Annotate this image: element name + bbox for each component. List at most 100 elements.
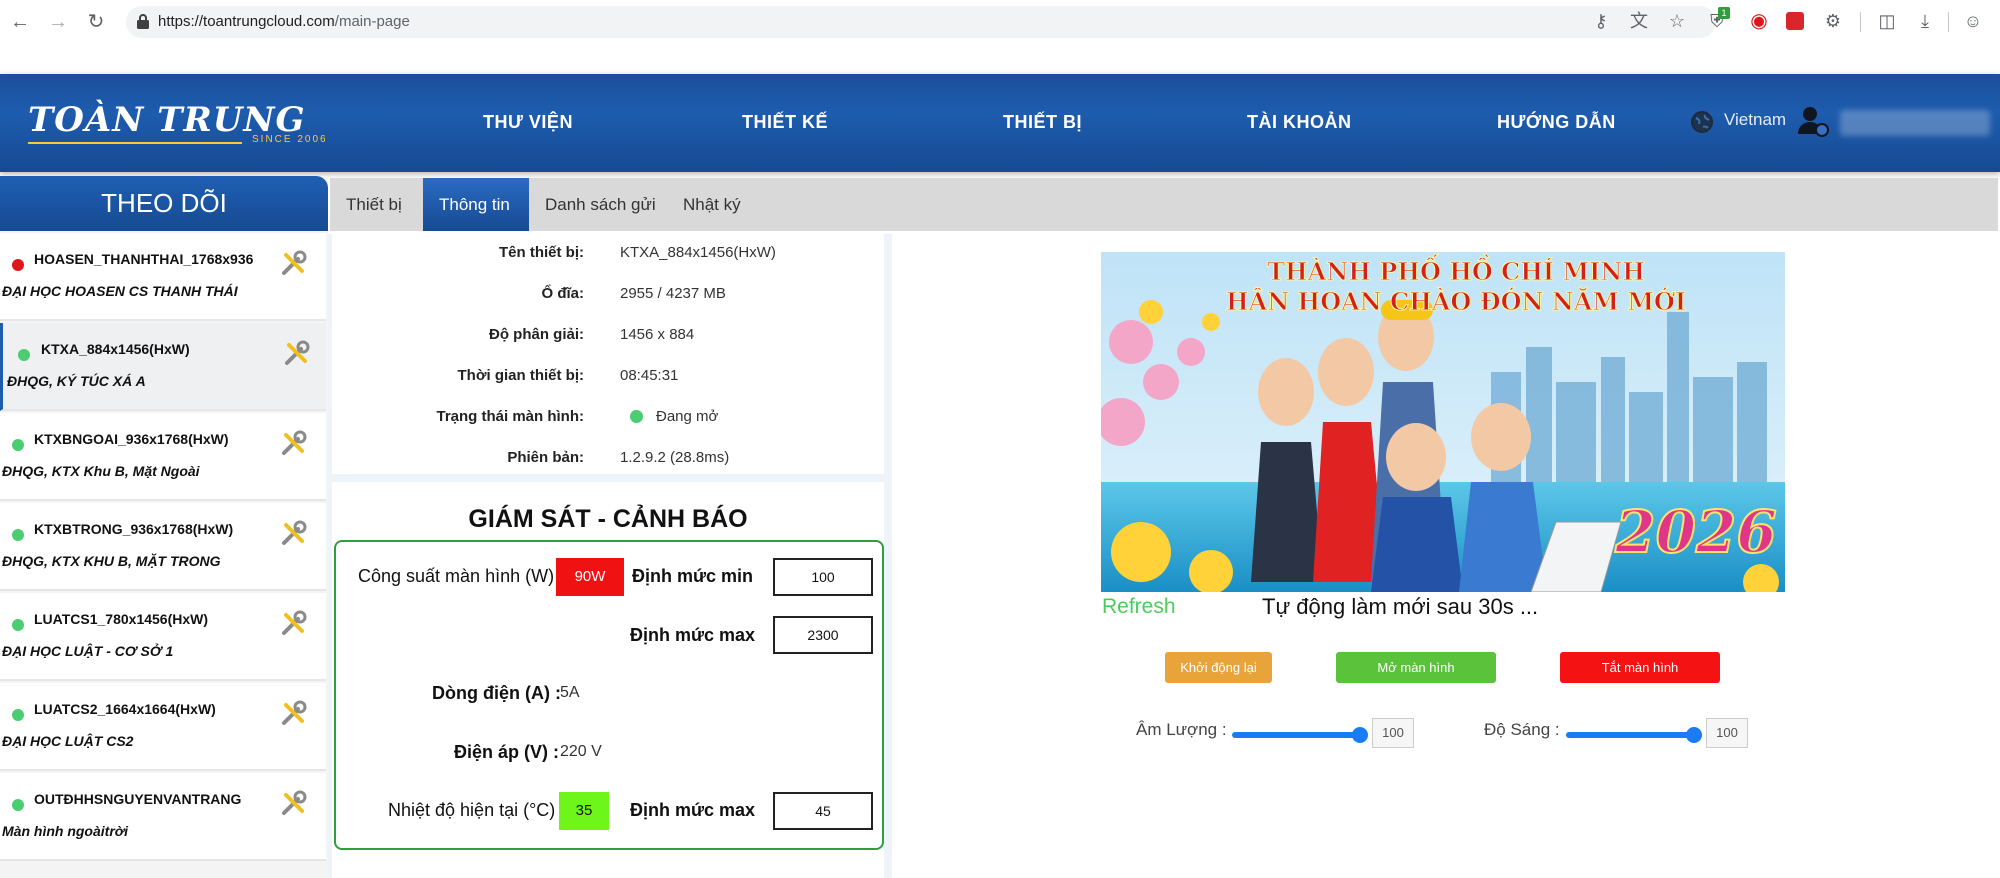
device-status-dot: [18, 349, 30, 361]
tab-bar: Thiết bị Thông tin Danh sách gửi Nhật ký: [330, 178, 1998, 231]
toolbar-divider: [1860, 12, 1861, 32]
screen-on-button[interactable]: Mở màn hình: [1336, 652, 1496, 683]
sidebar-device-item[interactable]: KTXBNGOAI_936x1768(HxW) ĐHQG, KTX Khu B, …: [0, 413, 326, 501]
device-location: ĐHQG, KÝ TÚC XÁ A: [7, 373, 146, 389]
tools-icon[interactable]: [283, 339, 311, 367]
address-bar[interactable]: https://toantrungcloud.com/main-page: [126, 6, 1716, 38]
logo-underline: [28, 142, 242, 144]
url-host: https://toantrungcloud.com: [158, 13, 335, 30]
sidebar-device-item[interactable]: KTXBTRONG_936x1768(HxW) ĐHQG, KTX KHU B, …: [0, 503, 326, 591]
tools-icon[interactable]: [280, 789, 308, 817]
language-selector[interactable]: Vietnam: [1724, 110, 1786, 130]
nav-devices[interactable]: THIẾT BỊ: [1003, 112, 1082, 133]
tools-icon[interactable]: [280, 699, 308, 727]
nav-design[interactable]: THIẾT KẾ: [742, 112, 828, 133]
sidebar-device-item[interactable]: KTXA_884x1456(HxW) ĐHQG, KÝ TÚC XÁ A: [0, 323, 326, 411]
device-time-value: 08:45:31: [620, 367, 679, 384]
temp-label: Nhiệt độ hiện tại (°C): [388, 800, 556, 820]
monitor-title: GIÁM SÁT - CẢNH BÁO: [468, 505, 748, 533]
device-name: KTXBTRONG_936x1768(HxW): [34, 521, 234, 537]
disk-label: Ổ đĩa:: [541, 285, 584, 302]
current-label: Dòng điện (A) :: [432, 683, 561, 703]
device-name-label: Tên thiết bị:: [499, 244, 584, 261]
brightness-value[interactable]: 100: [1706, 718, 1748, 748]
screen-state-value: Đang mở: [656, 408, 719, 425]
tab-device[interactable]: Thiết bị: [330, 178, 418, 231]
disk-value: 2955 / 4237 MB: [620, 285, 726, 302]
tools-icon[interactable]: [280, 249, 308, 277]
translate-icon[interactable]: 文: [1628, 10, 1650, 32]
tab-info[interactable]: Thông tin: [423, 178, 529, 231]
sidebar-device-item[interactable]: HOASEN_THANHTHAI_1768x936 ĐẠI HỌC HOASEN …: [0, 233, 326, 321]
device-status-dot: [12, 259, 24, 271]
device-name: LUATCS2_1664x1664(HxW): [34, 701, 216, 717]
volume-label: Âm Lượng :: [1136, 720, 1227, 739]
reload-icon[interactable]: ↻: [84, 10, 108, 34]
brightness-slider-thumb[interactable]: [1686, 727, 1702, 743]
device-status-dot: [12, 529, 24, 541]
sidebar-device-item[interactable]: LUATCS2_1664x1664(HxW) ĐẠI HỌC LUẬT CS2: [0, 683, 326, 771]
tools-icon[interactable]: [280, 519, 308, 547]
refresh-link[interactable]: Refresh: [1102, 595, 1176, 619]
device-name: KTXBNGOAI_936x1768(HxW): [34, 431, 229, 447]
opera-extension-icon[interactable]: ◉: [1748, 10, 1770, 32]
power-label: Công suất màn hình (W): [358, 566, 555, 586]
nav-guide[interactable]: HƯỚNG DẪN: [1497, 112, 1616, 133]
split-view-icon[interactable]: ◫: [1876, 10, 1898, 32]
device-location: ĐHQG, KTX Khu B, Mặt Ngoài: [2, 463, 200, 479]
temp-max-label: Định mức max: [630, 800, 756, 820]
download-icon[interactable]: ⤓: [1914, 10, 1936, 32]
screen-off-button[interactable]: Tắt màn hình: [1560, 652, 1720, 683]
nav-account[interactable]: TÀI KHOẢN: [1247, 112, 1352, 133]
device-name-value: KTXA_884x1456(HxW): [620, 244, 776, 261]
monitor-box: Công suất màn hình (W) 90W Định mức min …: [334, 540, 884, 850]
browser-chrome: ← → ↻ https://toantrungcloud.com/main-pa…: [0, 0, 2000, 74]
tab-log[interactable]: Nhật ký: [667, 178, 757, 231]
tools-icon[interactable]: [280, 609, 308, 637]
screen-state-label: Trạng thái màn hình:: [436, 408, 584, 425]
nav-library[interactable]: THƯ VIỆN: [483, 112, 573, 133]
sidebar-device-item[interactable]: LUATCS1_780x1456(HxW) ĐẠI HỌC LUẬT - CƠ S…: [0, 593, 326, 681]
current-value: 5A: [560, 684, 580, 701]
brightness-label: Độ Sáng :: [1484, 720, 1560, 739]
volume-slider-track[interactable]: [1232, 732, 1362, 738]
max-input[interactable]: 2300: [773, 616, 873, 654]
auto-refresh-text: Tự động làm mới sau 30s ...: [1262, 594, 1539, 619]
device-location: ĐẠI HỌC HOASEN CS THANH THÁI: [2, 283, 238, 299]
back-arrow-icon[interactable]: ←: [8, 10, 32, 34]
device-name: HOASEN_THANHTHAI_1768x936: [34, 251, 254, 267]
tab-send-list[interactable]: Danh sách gửi: [529, 178, 672, 231]
toolbar-divider-2: [1948, 12, 1949, 32]
tools-icon[interactable]: [280, 429, 308, 457]
device-location: Màn hình ngoàitrời: [2, 823, 129, 839]
preview-line2: HÂN HOAN CHÀO ĐÓN NĂM MỚI: [1226, 287, 1686, 316]
device-status-dot: [12, 709, 24, 721]
temp-max-input[interactable]: 45: [773, 792, 873, 830]
sidebar-device-item[interactable]: OUTĐHHSNGUYENVANTRANG Màn hình ngoàitrời: [0, 773, 326, 861]
device-location: ĐHQG, KTX KHU B, MẶT TRONG: [2, 553, 221, 569]
brightness-slider-track[interactable]: [1566, 732, 1696, 738]
volume-slider-thumb[interactable]: [1352, 727, 1368, 743]
device-status-dot: [12, 619, 24, 631]
forward-arrow-icon[interactable]: →: [46, 10, 70, 34]
screen-preview-image: THÀNH PHỐ HỒ CHÍ MINH HÂN HOAN CHÀO ĐÓN …: [1101, 252, 1785, 592]
extension-badge: 1: [1718, 7, 1730, 19]
device-location: ĐẠI HỌC LUẬT CS2: [2, 733, 134, 749]
screen-state-dot: [630, 410, 643, 423]
bookmark-star-icon[interactable]: ☆: [1666, 10, 1688, 32]
monitor-sidebar: THEO DÕI HOASEN_THANHTHAI_1768x936 ĐẠI HỌ…: [0, 176, 328, 878]
user-settings-icon[interactable]: [1796, 104, 1830, 138]
globe-icon[interactable]: [1690, 110, 1714, 134]
min-input[interactable]: 100: [773, 558, 873, 596]
puzzle-icon[interactable]: ⚙: [1822, 10, 1844, 32]
restart-button[interactable]: Khởi động lại: [1165, 652, 1272, 683]
device-location: ĐẠI HỌC LUẬT - CƠ SỞ 1: [2, 643, 174, 659]
key-icon[interactable]: ⚷: [1590, 10, 1612, 32]
user-name-blurred: [1840, 110, 1990, 136]
url-text: https://toantrungcloud.com/main-page: [158, 13, 410, 30]
red-extension-icon[interactable]: [1786, 12, 1804, 30]
resolution-label: Độ phân giải:: [489, 326, 584, 343]
max-label: Định mức max: [630, 625, 756, 645]
volume-value[interactable]: 100: [1372, 718, 1414, 748]
profile-icon[interactable]: ☺: [1962, 10, 1984, 32]
